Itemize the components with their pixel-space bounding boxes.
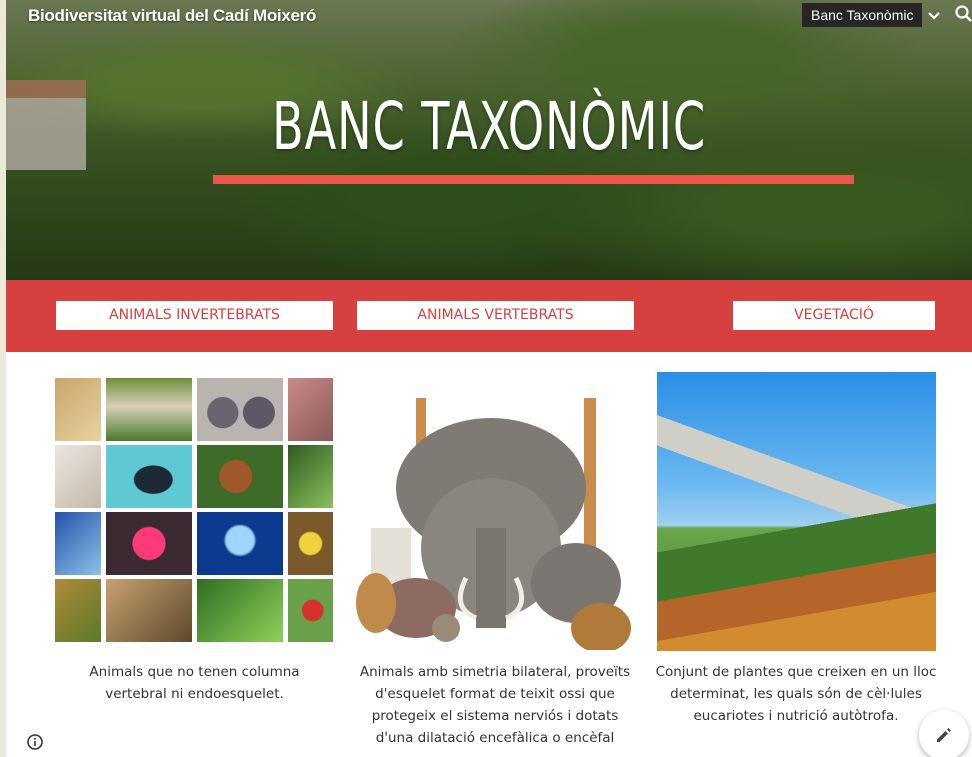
vegetation-image[interactable] [657, 372, 936, 651]
category-band: ANIMALS INVERTEBRATS ANIMALS VERTEBRATS … [6, 280, 972, 352]
info-icon[interactable] [26, 733, 44, 751]
site-title[interactable]: Biodiversitat virtual del Cadí Moixeró [28, 6, 316, 26]
invertebrates-button[interactable]: ANIMALS INVERTEBRATS [56, 301, 333, 330]
search-icon[interactable] [954, 4, 972, 24]
chevron-down-icon[interactable] [924, 6, 944, 26]
invertebrates-image[interactable] [55, 378, 334, 644]
vegetation-description: Conjunt de plantes que creixen en un llo… [655, 664, 937, 724]
page: Biodiversitat virtual del Cadí Moixeró B… [6, 0, 972, 757]
vertebrates-button[interactable]: ANIMALS VERTEBRATS [357, 301, 634, 330]
invertebrates-description: Animals que no tenen columna vertebral n… [89, 664, 300, 702]
nav-item-banc-taxonomic[interactable]: Banc Taxonòmic [802, 3, 923, 27]
vertebrates-image[interactable] [356, 378, 634, 650]
vegetation-button[interactable]: VEGETACIÓ [733, 301, 935, 330]
page-title: BANC TAXONÒMIC [272, 88, 706, 165]
pencil-icon [937, 728, 951, 742]
vertebrates-description: Animals amb simetria bilateral, proveïts… [359, 664, 631, 746]
edit-button[interactable] [919, 710, 969, 757]
hero-banner: Biodiversitat virtual del Cadí Moixeró B… [6, 0, 972, 280]
title-underline [213, 175, 854, 184]
